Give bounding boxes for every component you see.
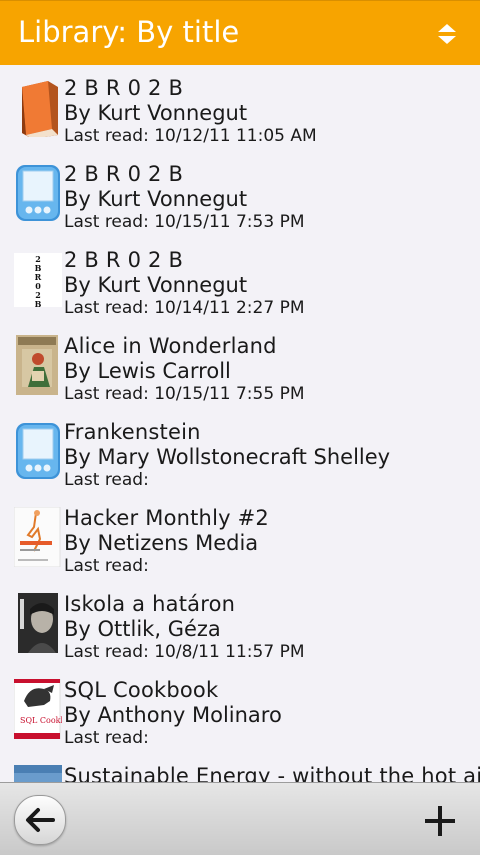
oreilly-cover-icon: SQL Cookbook xyxy=(14,679,62,739)
book-last-read: Last read: 10/14/11 2:27 PM xyxy=(64,298,305,318)
book-author: By Kurt Vonnegut xyxy=(64,187,248,211)
book-list-item[interactable]: Hacker Monthly #2 By Netizens Media Last… xyxy=(0,495,480,581)
book-title: Sustainable Energy - without the hot air xyxy=(64,764,480,782)
book-last-read: Last read: 10/15/11 7:55 PM xyxy=(64,384,305,404)
header-bar: Library: By title xyxy=(0,0,480,65)
ereader-icon xyxy=(16,165,60,221)
bottom-toolbar xyxy=(0,782,480,855)
book-list-item[interactable]: Alice in Wonderland By Lewis Carroll Las… xyxy=(0,323,480,409)
book-title: 2 B R 0 2 B xyxy=(64,248,184,272)
book-title: SQL Cookbook xyxy=(64,678,219,702)
blue-cover-icon xyxy=(14,765,62,782)
portrait-cover-icon xyxy=(18,593,58,653)
svg-text:B: B xyxy=(35,299,42,309)
book-last-read: Last read: 10/12/11 11:05 AM xyxy=(64,126,317,146)
book-list-item[interactable]: Frankenstein By Mary Wollstonecraft Shel… xyxy=(0,409,480,495)
book-last-read: Last read: xyxy=(64,556,149,576)
page-title: Library: By title xyxy=(18,15,240,49)
book-author: By Anthony Molinaro xyxy=(64,703,282,727)
book-list-item[interactable]: 2 B R 0 2 B 2 B R 0 2 B By Kurt Vonnegut… xyxy=(0,237,480,323)
book-list-item[interactable]: SQL Cookbook SQL Cookbook By Anthony Mol… xyxy=(0,667,480,753)
book-list-item[interactable]: Iskola a határon By Ottlik, Géza Last re… xyxy=(0,581,480,667)
book-author: By Lewis Carroll xyxy=(64,359,231,383)
back-button[interactable] xyxy=(14,795,66,845)
svg-text:SQL Cookbook: SQL Cookbook xyxy=(20,716,62,725)
book-list-item[interactable]: Sustainable Energy - without the hot air xyxy=(0,753,480,782)
book-list: 2 B R 0 2 B By Kurt Vonnegut Last read: … xyxy=(0,65,480,782)
illustrated-cover-icon xyxy=(16,335,58,395)
back-arrow-icon xyxy=(26,808,55,832)
book-title: Frankenstein xyxy=(64,420,201,444)
book-list-item[interactable]: 2 B R 0 2 B By Kurt Vonnegut Last read: … xyxy=(0,65,480,151)
book-title: Hacker Monthly #2 xyxy=(64,506,269,530)
book-author: By Kurt Vonnegut xyxy=(64,273,248,297)
book-author: By Ottlik, Géza xyxy=(64,617,221,641)
magazine-cover-icon xyxy=(14,507,61,567)
book-author: By Netizens Media xyxy=(64,531,259,555)
book-author: By Mary Wollstonecraft Shelley xyxy=(64,445,391,469)
book-last-read: Last read: 10/8/11 11:57 PM xyxy=(64,642,305,662)
book-title: Alice in Wonderland xyxy=(64,334,277,358)
ereader-icon xyxy=(16,423,60,479)
book-list-item[interactable]: 2 B R 0 2 B By Kurt Vonnegut Last read: … xyxy=(0,151,480,237)
book-last-read: Last read: xyxy=(64,470,149,490)
sort-toggle-icon[interactable] xyxy=(436,22,458,46)
book-title: 2 B R 0 2 B xyxy=(64,162,184,186)
add-book-button[interactable] xyxy=(418,801,462,841)
book-icon xyxy=(22,81,58,137)
book-title: 2 B R 0 2 B xyxy=(64,76,184,100)
book-last-read: Last read: 10/15/11 7:53 PM xyxy=(64,212,305,232)
text-cover-icon: 2 B R 0 2 B xyxy=(14,253,62,309)
book-last-read: Last read: xyxy=(64,728,149,748)
plus-icon xyxy=(425,806,455,836)
book-title: Iskola a határon xyxy=(64,592,236,616)
book-author: By Kurt Vonnegut xyxy=(64,101,248,125)
